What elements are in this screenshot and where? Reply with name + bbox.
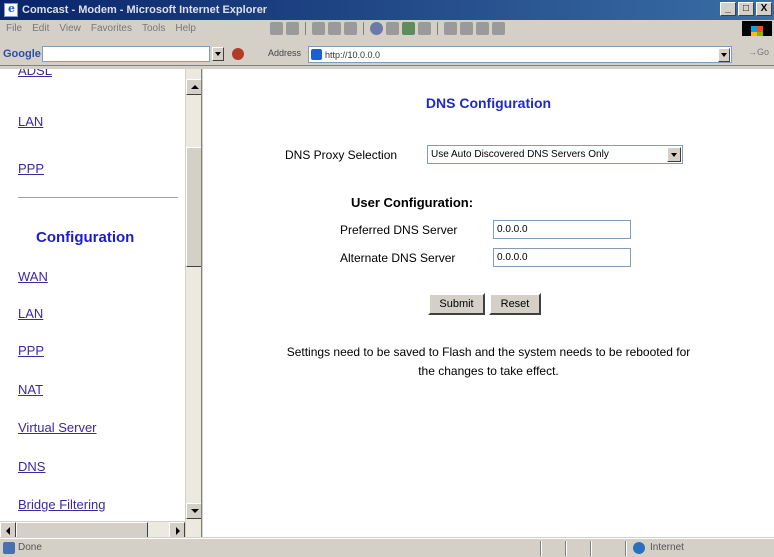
window-titlebar: Comcast - Modem - Microsoft Internet Exp…: [0, 0, 774, 20]
user-config-heading: User Configuration:: [351, 195, 474, 210]
discuss-icon[interactable]: [492, 21, 505, 35]
nav-link-wan[interactable]: WAN: [18, 269, 48, 284]
back-icon[interactable]: [270, 21, 283, 35]
address-input[interactable]: http://10.0.0.0: [308, 46, 732, 63]
search-icon[interactable]: [370, 21, 383, 35]
mail-icon[interactable]: [444, 21, 457, 35]
scroll-left-icon[interactable]: [0, 522, 16, 537]
edit-icon[interactable]: [476, 21, 489, 35]
browser-toolbar: [270, 21, 505, 35]
reboot-note: Settings need to be saved to Flash and t…: [203, 343, 774, 381]
hscroll-thumb[interactable]: [16, 522, 148, 537]
nav-link-config-lan[interactable]: LAN: [18, 306, 43, 321]
menu-favorites[interactable]: Favorites: [91, 23, 132, 34]
scroll-thumb[interactable]: [186, 147, 201, 267]
menu-items: File Edit View Favorites Tools Help: [0, 23, 250, 34]
nav-link-ppp[interactable]: PPP: [18, 161, 44, 176]
window-controls: _ □ X: [720, 2, 772, 16]
google-toolbar-label[interactable]: Google -: [3, 48, 48, 60]
ie-app-icon: [4, 2, 18, 17]
reboot-note-line1: Settings need to be saved to Flash and t…: [286, 345, 691, 359]
window-title: Comcast - Modem - Microsoft Internet Exp…: [22, 4, 268, 16]
close-button[interactable]: X: [756, 2, 772, 16]
preferred-dns-input[interactable]: 0.0.0.0: [493, 220, 631, 239]
status-divider: [565, 541, 567, 556]
google-search-input[interactable]: [42, 46, 210, 62]
toolbar-separator: [363, 21, 364, 35]
stop-icon[interactable]: [312, 21, 325, 35]
scroll-down-icon[interactable]: [186, 503, 201, 519]
status-divider: [540, 541, 542, 556]
page-title: DNS Configuration: [425, 95, 552, 111]
popup-blocker-icon[interactable]: [232, 48, 244, 60]
forward-icon[interactable]: [286, 21, 299, 35]
security-zone-text: Internet: [650, 542, 684, 553]
chevron-down-icon[interactable]: [667, 147, 681, 162]
address-toolbar: Google - Address http://10.0.0.0 Go: [0, 36, 774, 66]
preferred-dns-label: Preferred DNS Server: [340, 223, 458, 237]
status-text: Done: [18, 542, 42, 553]
address-value: http://10.0.0.0: [325, 49, 381, 60]
menu-edit[interactable]: Edit: [32, 23, 49, 34]
menu-view[interactable]: View: [59, 23, 81, 34]
google-dropdown-icon[interactable]: [212, 47, 224, 61]
history-icon[interactable]: [418, 21, 431, 35]
nav-link-virtual-server[interactable]: Virtual Server: [18, 420, 97, 435]
nav-link-dns[interactable]: DNS: [18, 459, 45, 474]
page-done-icon: [3, 542, 15, 554]
home-icon[interactable]: [344, 21, 357, 35]
go-button[interactable]: Go: [748, 47, 769, 57]
menu-bar: File Edit View Favorites Tools Help: [0, 20, 774, 36]
menu-help[interactable]: Help: [175, 23, 196, 34]
nav-section-title: Configuration: [36, 229, 135, 246]
address-label: Address: [268, 48, 302, 58]
menu-file[interactable]: File: [6, 23, 22, 34]
media-icon[interactable]: [402, 21, 415, 35]
nav-link-bridge-filtering[interactable]: Bridge Filtering: [18, 497, 105, 512]
left-horizontal-scrollbar[interactable]: [0, 521, 185, 537]
status-bar: Done Internet: [0, 538, 774, 557]
minimize-button[interactable]: _: [720, 2, 736, 16]
dns-proxy-selected-value: Use Auto Discovered DNS Servers Only: [431, 149, 609, 160]
scroll-up-icon[interactable]: [186, 79, 201, 95]
submit-button[interactable]: Submit: [428, 293, 485, 315]
favorites-icon[interactable]: [386, 21, 399, 35]
reboot-note-line2: the changes to take effect.: [418, 364, 559, 378]
status-divider: [590, 541, 592, 556]
main-content-frame: DNS Configuration DNS Proxy Selection Us…: [203, 69, 774, 537]
left-nav-frame: ADSL LAN PPP Configuration WAN LAN PPP N…: [0, 69, 202, 537]
nav-link-lan[interactable]: LAN: [18, 114, 43, 129]
reset-button[interactable]: Reset: [489, 293, 541, 315]
alternate-dns-label: Alternate DNS Server: [340, 251, 456, 265]
nav-link-nat[interactable]: NAT: [18, 382, 43, 397]
left-vertical-scrollbar[interactable]: [185, 69, 201, 537]
dns-proxy-select[interactable]: Use Auto Discovered DNS Servers Only: [427, 145, 683, 164]
toolbar-separator: [305, 21, 306, 35]
toolbar-separator: [437, 21, 438, 35]
page-icon: [311, 49, 322, 60]
internet-zone-icon: [633, 542, 645, 554]
nav-divider: [18, 197, 178, 199]
menu-tools[interactable]: Tools: [142, 23, 165, 34]
address-dropdown-icon[interactable]: [718, 48, 730, 62]
alternate-dns-input[interactable]: 0.0.0.0: [493, 248, 631, 267]
nav-link-config-ppp[interactable]: PPP: [18, 343, 44, 358]
dns-proxy-label: DNS Proxy Selection: [285, 148, 398, 162]
maximize-button[interactable]: □: [738, 2, 754, 16]
scroll-right-icon[interactable]: [169, 522, 185, 537]
print-icon[interactable]: [460, 21, 473, 35]
refresh-icon[interactable]: [328, 21, 341, 35]
status-divider: [625, 541, 627, 556]
nav-link-adsl[interactable]: ADSL: [18, 69, 52, 78]
